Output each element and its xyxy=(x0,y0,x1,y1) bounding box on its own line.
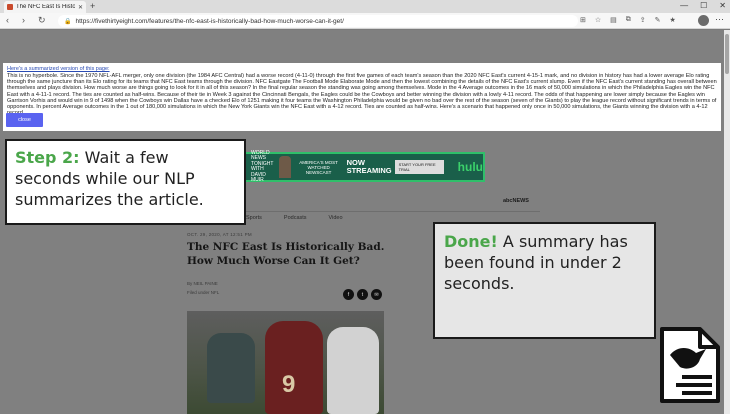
favorites-icon[interactable]: ★ xyxy=(670,16,676,24)
article-byline[interactable]: By NEIL PAINE xyxy=(187,281,218,286)
ad-headline: NOW STREAMING xyxy=(346,158,392,175)
article-date: OCT. 29, 2020, AT 12:51 PM xyxy=(187,232,252,237)
scrollbar[interactable] xyxy=(724,30,730,414)
new-tab-icon[interactable]: + xyxy=(90,1,95,12)
site-nav: Sports Podcasts Video xyxy=(246,215,343,221)
ad-cta-button[interactable]: START YOUR FREE TRIAL xyxy=(394,160,444,174)
photo-player-left xyxy=(207,333,255,403)
back-icon[interactable]: ‹ xyxy=(6,15,9,26)
browser-toolbar: ⊞ ☆ ▤ ⧉ ⇪ ✎ ★ xyxy=(580,16,676,24)
share-icon[interactable]: ⇪ xyxy=(640,16,646,24)
ad-tagline: AMERICA'S MOST WATCHED NEWSCAST xyxy=(299,159,338,175)
share-buttons: f t ✉ xyxy=(343,289,382,300)
photo-player-right xyxy=(327,327,379,414)
article-photo: 9 xyxy=(187,311,384,414)
nav-item-video[interactable]: Video xyxy=(329,215,343,221)
summarizer-document-icon xyxy=(660,327,720,403)
scrollbar-thumb[interactable] xyxy=(725,34,729,74)
done-callout: Done! A summary has been found in under … xyxy=(433,222,656,339)
summary-text: This is no hyperbole. Since the 1970 NFL… xyxy=(7,73,717,115)
tab-bar: The NFC East Is Historically Bad... ✕ + … xyxy=(0,0,730,13)
url-text: https://fivethirtyeight.com/features/the… xyxy=(75,17,344,25)
window-controls: — ☐ ✕ xyxy=(680,0,726,12)
forward-icon[interactable]: › xyxy=(22,15,25,26)
summary-heading: Here's a summarized version of this page… xyxy=(7,66,110,72)
bookmark-star-icon[interactable]: ☆ xyxy=(595,16,601,24)
step2-label: Step 2: xyxy=(15,148,80,167)
nav-item-podcasts[interactable]: Podcasts xyxy=(284,215,307,221)
tab-title: The NFC East Is Historically Bad... xyxy=(16,4,75,10)
ad-anchor-photo xyxy=(279,156,291,178)
reading-list-icon[interactable]: ▤ xyxy=(610,16,617,24)
minimize-icon[interactable]: — xyxy=(680,0,688,12)
step2-callout: Step 2: Wait a few seconds while our NLP… xyxy=(5,139,246,225)
close-summary-button[interactable]: close xyxy=(6,113,43,127)
reload-icon[interactable]: ↻ xyxy=(38,15,46,26)
site-favicon-icon xyxy=(7,4,13,10)
nav-item-sports[interactable]: Sports xyxy=(246,215,262,221)
facebook-icon[interactable]: f xyxy=(343,289,354,300)
abc-news-logo[interactable]: abcNEWS xyxy=(503,198,529,204)
twitter-icon[interactable]: t xyxy=(357,289,368,300)
close-tab-icon[interactable]: ✕ xyxy=(78,4,83,11)
collections-icon[interactable]: ⧉ xyxy=(626,16,631,24)
done-label: Done! xyxy=(444,232,498,251)
url-field[interactable]: 🔒 https://fivethirtyeight.com/features/t… xyxy=(58,15,578,27)
browser-tab[interactable]: The NFC East Is Historically Bad... ✕ xyxy=(4,1,86,13)
summary-panel: Here's a summarized version of this page… xyxy=(3,63,721,131)
close-window-icon[interactable]: ✕ xyxy=(719,0,726,12)
profile-avatar[interactable] xyxy=(698,15,709,26)
article-headline: The NFC East Is Historically Bad. How Mu… xyxy=(187,241,385,267)
photo-jersey-number: 9 xyxy=(282,371,296,398)
advertisement-banner[interactable]: WORLD NEWS TONIGHT WITH DAVID MUIR AMERI… xyxy=(243,149,485,183)
email-icon[interactable]: ✉ xyxy=(371,289,382,300)
lock-icon: 🔒 xyxy=(64,18,72,25)
maximize-icon[interactable]: ☐ xyxy=(700,0,707,12)
photo-player-center xyxy=(265,321,323,414)
article-category[interactable]: Filed under NFL xyxy=(187,290,219,295)
ad-brand-logo: hulu xyxy=(457,160,483,174)
summarizer-extension-icon[interactable]: ✎ xyxy=(655,16,661,24)
address-bar-row: ‹ › ↻ 🔒 https://fivethirtyeight.com/feat… xyxy=(0,13,730,29)
more-menu-icon[interactable]: ⋯ xyxy=(715,14,724,25)
ad-logo: WORLD NEWS TONIGHT WITH DAVID MUIR xyxy=(251,149,274,183)
extensions-icon[interactable]: ⊞ xyxy=(580,16,586,24)
